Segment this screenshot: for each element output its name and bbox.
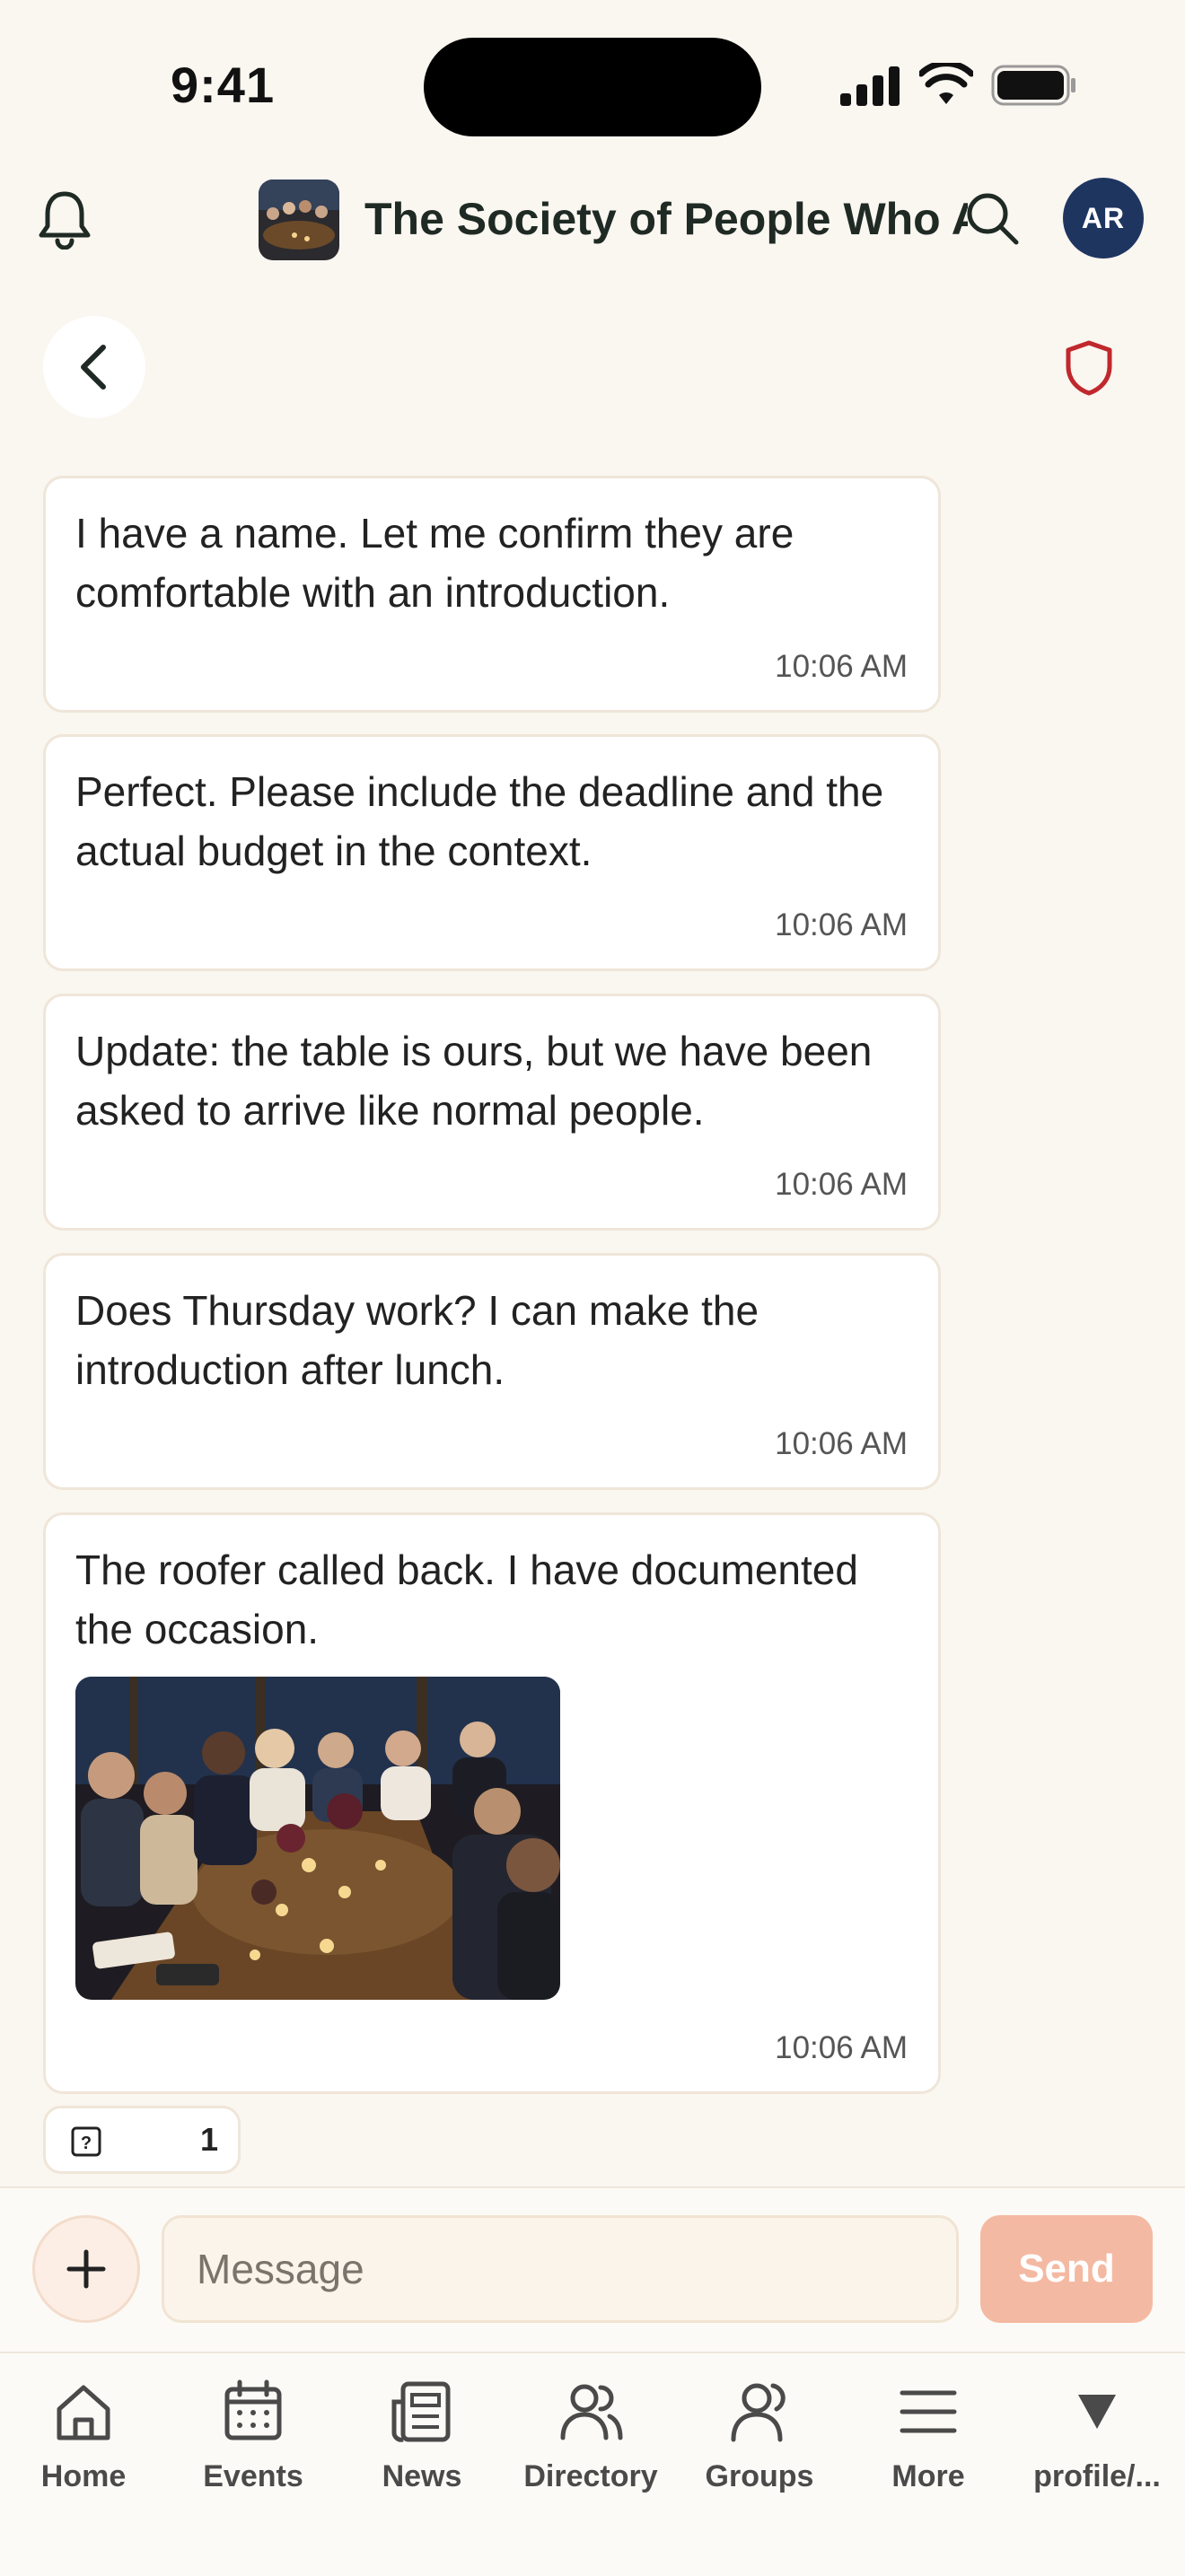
reaction-chip[interactable]: ? 1 [43,2106,241,2174]
tab-label: News [382,2459,462,2493]
menu-icon [900,2390,957,2433]
svg-text:?: ? [81,2134,92,2153]
back-button[interactable] [43,316,145,418]
plus-icon [66,2249,106,2289]
tab-label: Groups [705,2459,814,2493]
message-input[interactable] [162,2215,959,2323]
tab-home[interactable]: Home [0,2379,168,2495]
people-icon [560,2384,623,2440]
user-avatar[interactable]: AR [1063,178,1144,258]
triangle-down-icon [1078,2395,1116,2429]
tab-news[interactable]: News [338,2379,506,2495]
message-text: Update: the table is ours, but we have b… [75,1028,873,1134]
signal-icon [840,66,900,106]
message-text: Perfect. Please include the deadline and… [75,768,884,874]
group-thumbnail[interactable] [259,180,339,260]
message-bubble[interactable]: Update: the table is ours, but we have b… [43,994,941,1231]
question-box-icon: ? [71,2126,101,2157]
tab-events[interactable]: Events [169,2379,338,2495]
message-timestamp: 10:06 AM [775,1426,908,1461]
send-button[interactable]: Send [980,2215,1153,2323]
tab-directory[interactable]: Directory [506,2379,675,2495]
group-title: The Society of People Who Are Very Good … [364,194,968,244]
message-text: I have a name. Let me confirm they are c… [75,510,794,616]
status-time: 9:41 [171,57,276,113]
home-icon [57,2385,110,2440]
tab-label: Directory [523,2459,658,2493]
group-icon [731,2383,786,2442]
tab-groups[interactable]: Groups [675,2379,844,2495]
attach-button[interactable] [32,2215,140,2323]
message-timestamp: 10:06 AM [775,649,908,684]
message-bubble[interactable]: I have a name. Let me confirm they are c… [43,476,941,713]
bell-icon[interactable] [36,188,93,250]
message-text: The roofer called back. I have documente… [75,1546,858,1652]
shield-icon[interactable] [1063,339,1115,397]
tab-more[interactable]: More [844,2379,1013,2495]
wifi-icon [919,63,973,104]
message-text: Does Thursday work? I can make the intro… [75,1287,759,1393]
tab-label: profile/... [1033,2459,1161,2493]
newspaper-icon [391,2381,451,2442]
battery-icon [991,65,1075,106]
tab-label: Events [203,2459,303,2493]
message-photo[interactable] [75,1677,560,2000]
message-bubble[interactable]: The roofer called back. I have documente… [43,1512,941,2094]
message-timestamp: 10:06 AM [775,907,908,942]
chevron-left-icon [81,345,106,390]
message-bubble[interactable]: Does Thursday work? I can make the intro… [43,1253,941,1490]
message-timestamp: 10:06 AM [775,1167,908,1202]
dynamic-island [424,38,761,136]
message-bubble[interactable]: Perfect. Please include the deadline and… [43,734,941,971]
message-timestamp: 10:06 AM [775,2030,908,2065]
tab-label: Home [40,2459,127,2493]
reaction-count: 1 [200,2121,219,2158]
search-icon[interactable] [961,187,1025,251]
calendar-icon [224,2379,282,2440]
tab-label: More [891,2459,965,2493]
tab-profile[interactable]: profile/... [1013,2379,1181,2495]
